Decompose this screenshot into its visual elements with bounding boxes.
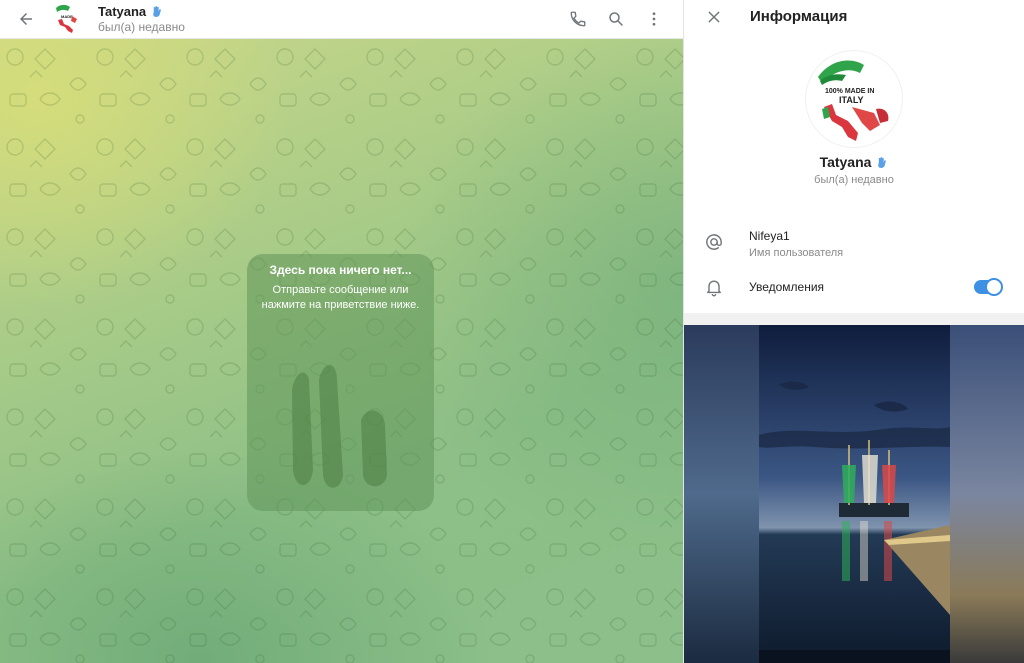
search-icon <box>609 12 623 26</box>
bell-icon <box>707 280 721 297</box>
at-icon <box>706 234 722 250</box>
wave-icon <box>153 6 162 17</box>
back-arrow-icon <box>20 13 32 25</box>
close-icon <box>708 11 720 22</box>
profile-avatar[interactable]: 100% MADE IN ITALY <box>805 50 903 148</box>
notifications-toggle[interactable] <box>974 278 1003 296</box>
close-info-button[interactable] <box>702 5 726 29</box>
avatar-logo-text: 100% MADE IN <box>825 88 874 95</box>
wave-icon <box>878 156 887 168</box>
chat-wallpaper: Здесь пока ничего нет... Отправьте сообщ… <box>0 39 683 663</box>
chat-status: был(а) недавно <box>98 20 185 34</box>
svg-text:MADE: MADE <box>61 14 73 19</box>
empty-chat-title: Здесь пока ничего нет... <box>269 263 412 277</box>
chat-header: MADE Tatyana был(а) недавно <box>0 0 683 39</box>
info-header: Информация <box>684 0 1024 33</box>
profile-status: был(а) недавно <box>814 174 894 186</box>
svg-text:ITALY: ITALY <box>839 95 864 105</box>
chat-avatar[interactable]: MADE <box>52 2 82 36</box>
empty-chat-placeholder: Здесь пока ничего нет... Отправьте сообщ… <box>247 254 434 511</box>
call-button[interactable] <box>559 0 597 38</box>
notifications-row[interactable]: Уведомления <box>684 277 1024 297</box>
chat-title-block[interactable]: Tatyana был(а) недавно <box>98 4 185 34</box>
chat-name: Tatyana <box>98 4 147 19</box>
username-label: Имя пользователя <box>749 247 844 259</box>
notifications-label: Уведомления <box>749 280 825 294</box>
greeting-sticker[interactable] <box>287 350 397 495</box>
profile-name: Tatyana <box>819 154 872 170</box>
username-row[interactable]: Nifeya1 Имя пользователя <box>684 229 1024 259</box>
section-divider <box>684 313 1024 325</box>
info-panel: Информация 100% MADE IN ITALY Tatyana бы… <box>683 0 1024 663</box>
shared-media-photo[interactable] <box>684 325 1024 663</box>
more-vertical-icon <box>652 12 656 26</box>
search-button[interactable] <box>597 0 635 38</box>
chat-area: MADE Tatyana был(а) недавно Здесь пока н… <box>0 0 683 663</box>
more-button[interactable] <box>635 0 673 38</box>
back-button[interactable] <box>14 7 38 31</box>
username-value: Nifeya1 <box>749 229 790 243</box>
info-title: Информация <box>750 8 848 25</box>
empty-chat-text: Отправьте сообщение или нажмите на приве… <box>261 284 420 311</box>
telegram-app: MADE Tatyana был(а) недавно Здесь пока н… <box>0 0 1024 663</box>
phone-icon <box>570 11 586 27</box>
